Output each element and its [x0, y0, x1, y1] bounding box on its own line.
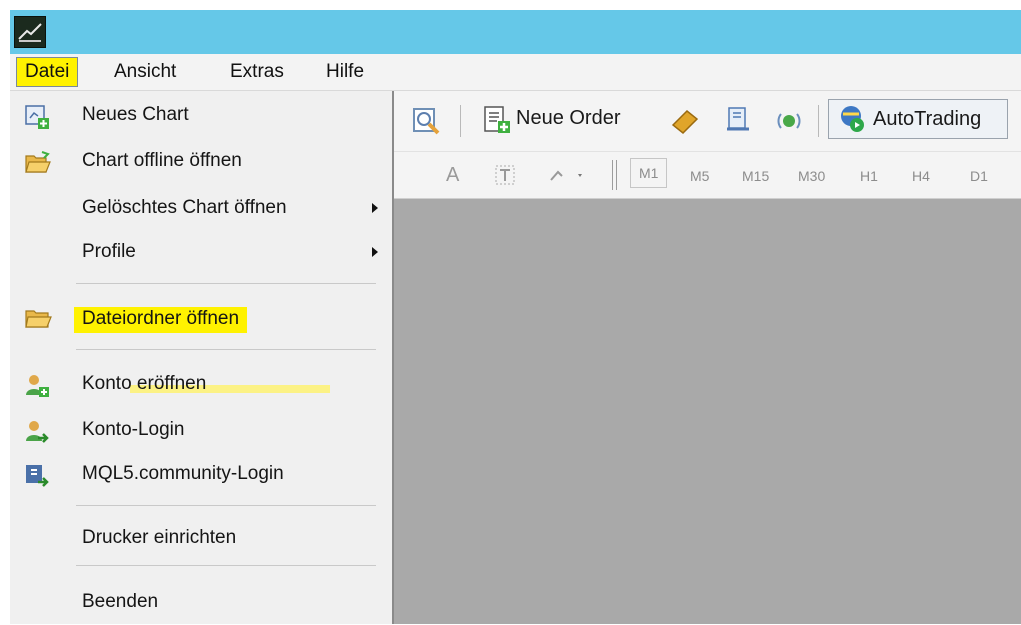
arrows-dropdown-icon[interactable] [548, 166, 584, 191]
menu-item-mql5-login[interactable]: MQL5.community-Login [10, 457, 390, 497]
menu-hilfe[interactable]: Hilfe [318, 57, 372, 87]
menu-datei[interactable]: Datei [16, 57, 79, 87]
menu-item-konto-eroeffnen[interactable]: Konto eröffnen [10, 367, 390, 407]
new-order-label[interactable]: Neue Order [516, 107, 621, 130]
menu-item-beenden[interactable]: Beenden [10, 585, 390, 625]
menu-separator [76, 349, 376, 350]
menu-item-label: Neues Chart [82, 104, 189, 125]
autotrading-icon [835, 104, 867, 139]
text-label-icon[interactable] [494, 164, 516, 191]
menu-separator [76, 565, 376, 566]
toolbar-separator [616, 160, 617, 190]
open-folder-icon [24, 150, 51, 176]
toolbar-separator [612, 160, 613, 190]
menu-ansicht[interactable]: Ansicht [106, 57, 184, 87]
text-tool-button[interactable]: A [446, 164, 459, 187]
user-login-icon [24, 419, 50, 445]
user-add-icon [24, 373, 50, 399]
menu-item-drucker[interactable]: Drucker einrichten [10, 521, 390, 561]
menu-separator [76, 283, 376, 284]
new-order-icon[interactable] [482, 105, 512, 142]
submenu-arrow-icon [372, 203, 378, 213]
folder-icon [24, 307, 52, 333]
menu-item-konto-login[interactable]: Konto-Login [10, 413, 390, 453]
menu-item-label: Profile [82, 241, 136, 262]
menu-item-label: Beenden [82, 591, 159, 612]
menu-separator [76, 505, 376, 506]
timeframe-m15[interactable]: M15 [742, 168, 769, 184]
history-center-icon[interactable] [669, 107, 701, 140]
app-logo-icon [14, 16, 46, 48]
menu-item-profile[interactable]: Profile [10, 235, 390, 275]
timeframe-h1[interactable]: H1 [860, 168, 878, 184]
market-watch-icon[interactable] [724, 105, 754, 142]
menu-item-label: Dateiordner öffnen [74, 307, 248, 333]
autotrading-label: AutoTrading [873, 108, 982, 130]
submenu-arrow-icon [372, 247, 378, 257]
menu-item-geloeschtes-chart[interactable]: Gelöschtes Chart öffnen [10, 191, 390, 231]
autotrading-button[interactable]: AutoTrading [828, 99, 1008, 139]
chart-workspace[interactable] [394, 199, 1021, 624]
menu-item-label: MQL5.community-Login [82, 463, 284, 484]
menu-item-label: Konto eröffnen [82, 373, 207, 394]
menu-item-chart-offline[interactable]: Chart offline öffnen [10, 144, 390, 184]
main-toolbar: Neue Order AutoTrading [394, 91, 1021, 152]
toolbar-separator [818, 105, 819, 137]
menu-item-neues-chart[interactable]: Neues Chart [10, 98, 390, 138]
mql5-login-icon [24, 463, 50, 489]
menu-item-dateiordner[interactable]: Dateiordner öffnen [10, 301, 390, 341]
menu-item-label: Gelöschtes Chart öffnen [82, 197, 287, 218]
timeframe-m5[interactable]: M5 [690, 168, 709, 184]
timeframe-m1[interactable]: M1 [630, 158, 668, 188]
title-bar [10, 10, 1021, 54]
menu-extras[interactable]: Extras [222, 57, 292, 87]
menu-bar: Datei Ansicht Extras Hilfe [10, 54, 1021, 91]
menu-item-label: Drucker einrichten [82, 527, 237, 548]
datei-dropdown-menu: Neues Chart Chart offline öffnen Gelösch… [10, 91, 394, 624]
timeframe-d1[interactable]: D1 [970, 168, 988, 184]
menu-item-label: Konto-Login [82, 419, 185, 440]
signals-icon[interactable] [774, 106, 804, 141]
zoom-chart-icon[interactable] [410, 105, 444, 144]
menu-item-label: Chart offline öffnen [82, 150, 242, 171]
toolbar-separator [460, 105, 461, 137]
timeframe-m30[interactable]: M30 [798, 168, 825, 184]
new-chart-icon [24, 104, 50, 130]
timeframe-h4[interactable]: H4 [912, 168, 930, 184]
chart-toolbar: A M1 M5 M15 M30 H1 H4 D1 [394, 152, 1021, 199]
